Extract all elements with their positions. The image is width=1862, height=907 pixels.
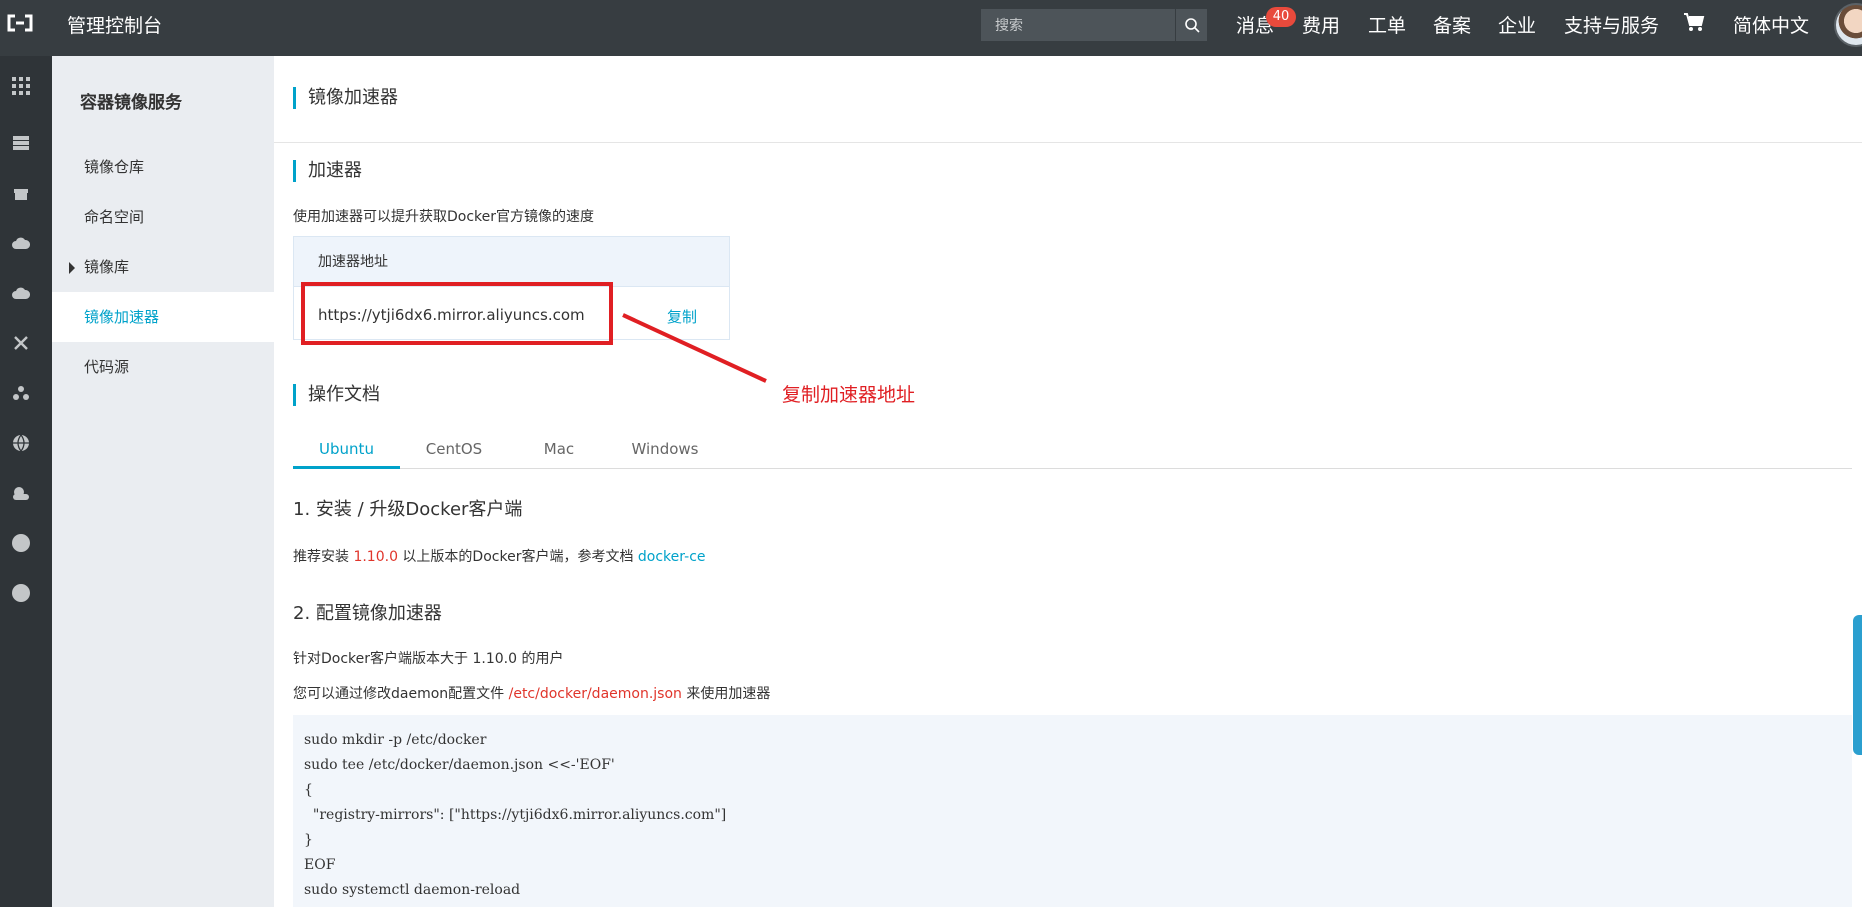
search-box[interactable]: 搜索 [981,9,1207,41]
sidebar-item-code-source[interactable]: 代码源 [52,342,274,392]
section-title-docs: 操作文档 [293,384,380,406]
globe-icon[interactable] [8,430,34,456]
gear-cloud-icon[interactable] [8,480,34,506]
step2-line2: 您可以通过修改daemon配置文件 /etc/docker/daemon.jso… [293,683,770,703]
console-title[interactable]: 管理控制台 [67,11,162,38]
server-icon[interactable] [8,130,34,156]
nav-enterprise[interactable]: 企业 [1498,11,1536,38]
dot-icon[interactable] [8,530,34,556]
code-block[interactable]: sudo mkdir -p /etc/docker sudo tee /etc/… [293,715,1852,907]
top-bar: 管理控制台 搜索 消息 40 费用 工单 备案 企业 支持与服务 简体中文 [0,0,1862,56]
code-line: sudo tee /etc/docker/daemon.json <<-'EOF… [304,757,615,773]
sidebar-item-label: 镜像库 [84,258,130,276]
cloud-upload-icon[interactable] [8,280,34,306]
tab-mac[interactable]: Mac [508,430,610,469]
nav-tickets[interactable]: 工单 [1368,11,1406,38]
grid-icon[interactable] [8,73,34,99]
os-tabs: Ubuntu CentOS Mac Windows [293,430,1852,469]
annotation-label: 复制加速器地址 [782,384,916,406]
daemon-json-path: /etc/docker/daemon.json [508,686,682,702]
cloud-icon[interactable] [8,230,34,256]
code-line: { [304,782,313,798]
aliyun-logo-icon[interactable] [0,0,40,46]
step1-version: 1.10.0 [353,549,398,565]
step1-text: 推荐安装 1.10.0 以上版本的Docker客户端，参考文档 docker-c… [293,546,706,566]
gift-icon[interactable] [8,180,34,206]
code-line: sudo mkdir -p /etc/docker [304,732,487,748]
nav-language[interactable]: 简体中文 [1733,11,1809,38]
tab-centos[interactable]: CentOS [400,430,508,469]
search-input[interactable]: 搜索 [981,15,1175,35]
service-sidebar: 容器镜像服务 镜像仓库 命名空间 镜像库 镜像加速器 代码源 [52,56,274,907]
tab-ubuntu[interactable]: Ubuntu [293,430,400,469]
message-count-badge: 40 [1266,7,1296,27]
nav-billing[interactable]: 费用 [1302,11,1340,38]
annotation-arrow-line [622,313,767,383]
nav-icp[interactable]: 备案 [1433,11,1471,38]
step2-title: 2. 配置镜像加速器 [293,603,442,624]
nav-support[interactable]: 支持与服务 [1564,11,1659,38]
cluster-icon[interactable] [8,380,34,406]
dot-icon[interactable] [8,580,34,606]
cross-icon[interactable] [8,330,34,356]
sidebar-item-accelerator[interactable]: 镜像加速器 [52,292,274,342]
caret-right-icon [69,262,75,274]
step1-middle: 以上版本的Docker客户端，参考文档 [397,549,638,565]
tab-windows[interactable]: Windows [610,430,720,469]
cart-icon[interactable] [1683,12,1705,36]
search-icon[interactable] [1175,9,1207,41]
step2-prefix: 您可以通过修改daemon配置文件 [293,686,509,702]
sidebar-item-image-library[interactable]: 镜像库 [52,242,274,292]
step1-title: 1. 安装 / 升级Docker客户端 [293,499,523,520]
step2-line1: 针对Docker客户端版本大于 1.10.0 的用户 [293,651,564,667]
avatar[interactable] [1834,3,1862,47]
main-content: 镜像加速器 加速器 使用加速器可以提升获取Docker官方镜像的速度 加速器地址… [274,56,1862,907]
product-rail [0,56,52,907]
step1-prefix: 推荐安装 [293,549,354,565]
floating-side-tab[interactable] [1853,615,1862,755]
step2-suffix: 来使用加速器 [681,686,771,702]
sidebar-title: 容器镜像服务 [80,93,182,113]
code-line: sudo systemctl daemon-reload [304,882,521,898]
code-line: } [304,832,313,848]
code-line: "registry-mirrors": ["https://ytji6dx6.m… [304,807,727,823]
code-line: EOF [304,857,336,873]
sidebar-item-namespaces[interactable]: 命名空间 [52,192,274,242]
docker-ce-link[interactable]: docker-ce [638,549,706,565]
sidebar-item-repositories[interactable]: 镜像仓库 [52,142,274,192]
